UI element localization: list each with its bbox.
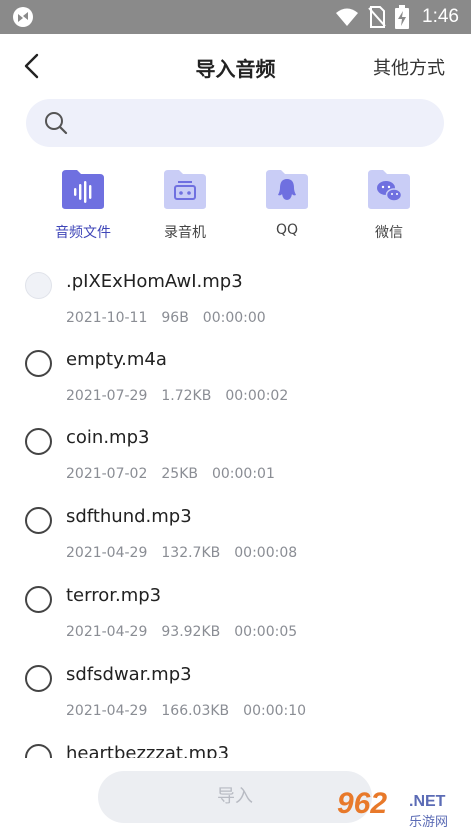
search-input[interactable]: [26, 99, 444, 147]
file-meta: 2021-04-29 93.92KB 00:00:05: [66, 624, 311, 640]
tab-wechat[interactable]: 微信: [349, 168, 429, 242]
file-size: 166.03KB: [161, 703, 230, 719]
radio-button[interactable]: [25, 428, 52, 455]
file-name: empty.m4a: [66, 349, 167, 370]
wifi-icon: [336, 8, 359, 26]
file-duration: 00:00:00: [202, 310, 266, 326]
tab-label: QQ: [275, 222, 299, 238]
tab-recorder[interactable]: 录音机: [145, 168, 225, 242]
file-date: 2021-07-02: [66, 466, 148, 482]
list-item[interactable]: heartbezzzat.mp3: [0, 730, 471, 758]
other-methods-button[interactable]: 其他方式: [373, 54, 445, 80]
status-bar: 1:46: [0, 0, 471, 34]
site-watermark: 962 .NET 乐游网: [337, 787, 463, 833]
tab-label: 音频文件: [55, 225, 111, 241]
watermark-site: 乐游网: [409, 815, 449, 830]
list-item[interactable]: empty.m4a 2021-07-29 1.72KB 00:00:02: [0, 336, 471, 415]
file-name: terror.mp3: [66, 585, 162, 606]
tab-audio-files[interactable]: 音频文件: [43, 168, 123, 242]
file-name: sdfsdwar.mp3: [66, 664, 192, 685]
list-item[interactable]: .pIXExHomAwI.mp3 2021-10-11 96B 00:00:00: [0, 258, 471, 337]
list-item[interactable]: coin.mp3 2021-07-02 25KB 00:00:01: [0, 414, 471, 493]
radio-button[interactable]: [25, 507, 52, 534]
file-size: 1.72KB: [161, 388, 212, 404]
radio-button: [25, 272, 52, 299]
file-meta: 2021-10-11 96B 00:00:00: [66, 310, 280, 326]
audio-file-list: .pIXExHomAwI.mp3 2021-10-11 96B 00:00:00 e…: [0, 258, 471, 758]
file-date: 2021-04-29: [66, 545, 148, 561]
file-date: 2021-10-11: [66, 310, 148, 326]
radio-button[interactable]: [25, 665, 52, 692]
tab-label: 微信: [375, 225, 403, 241]
file-meta: 2021-04-29 132.7KB 00:00:08: [66, 545, 311, 561]
import-button[interactable]: 导入: [98, 771, 372, 823]
status-time: 1:46: [422, 6, 459, 27]
radio-button[interactable]: [25, 350, 52, 377]
file-meta: 2021-07-29 1.72KB 00:00:02: [66, 388, 302, 404]
radio-button[interactable]: [25, 744, 52, 758]
list-item[interactable]: sdfsdwar.mp3 2021-04-29 166.03KB 00:00:10: [0, 651, 471, 730]
audio-wave-icon: [60, 168, 106, 210]
file-date: 2021-04-29: [66, 703, 148, 719]
file-name: .pIXExHomAwI.mp3: [66, 271, 243, 292]
wechat-icon: [366, 168, 412, 210]
qq-icon: [264, 168, 310, 210]
file-date: 2021-04-29: [66, 624, 148, 640]
radio-button[interactable]: [25, 586, 52, 613]
file-duration: 00:00:02: [225, 388, 289, 404]
file-duration: 00:00:01: [211, 466, 275, 482]
source-tabs: 音频文件 录音机 QQ 微信: [0, 168, 471, 248]
app-logo-icon: [13, 7, 33, 27]
tab-qq[interactable]: QQ: [247, 168, 327, 238]
file-size: 96B: [161, 310, 189, 326]
battery-charging-icon: [395, 5, 410, 29]
search-icon: [45, 112, 68, 135]
list-item[interactable]: sdfthund.mp3 2021-04-29 132.7KB 00:00:08: [0, 493, 471, 572]
file-size: 93.92KB: [161, 624, 221, 640]
recorder-icon: [162, 168, 208, 210]
file-meta: 2021-07-02 25KB 00:00:01: [66, 466, 289, 482]
file-duration: 00:00:10: [243, 703, 307, 719]
file-size: 132.7KB: [161, 545, 221, 561]
file-duration: 00:00:08: [234, 545, 298, 561]
file-size: 25KB: [161, 466, 198, 482]
file-name: sdfthund.mp3: [66, 506, 192, 527]
file-name: coin.mp3: [66, 427, 150, 448]
list-item[interactable]: terror.mp3 2021-04-29 93.92KB 00:00:05: [0, 572, 471, 651]
tab-label: 录音机: [164, 225, 206, 241]
top-app-bar: 导入音频 其他方式: [0, 34, 471, 98]
watermark-number: 962: [337, 787, 388, 820]
file-meta: 2021-04-29 166.03KB 00:00:10: [66, 703, 320, 719]
file-name: heartbezzzat.mp3: [66, 743, 230, 758]
watermark-net: .NET: [409, 793, 446, 810]
no-sim-icon: [368, 6, 386, 28]
file-date: 2021-07-29: [66, 388, 148, 404]
file-duration: 00:00:05: [234, 624, 298, 640]
